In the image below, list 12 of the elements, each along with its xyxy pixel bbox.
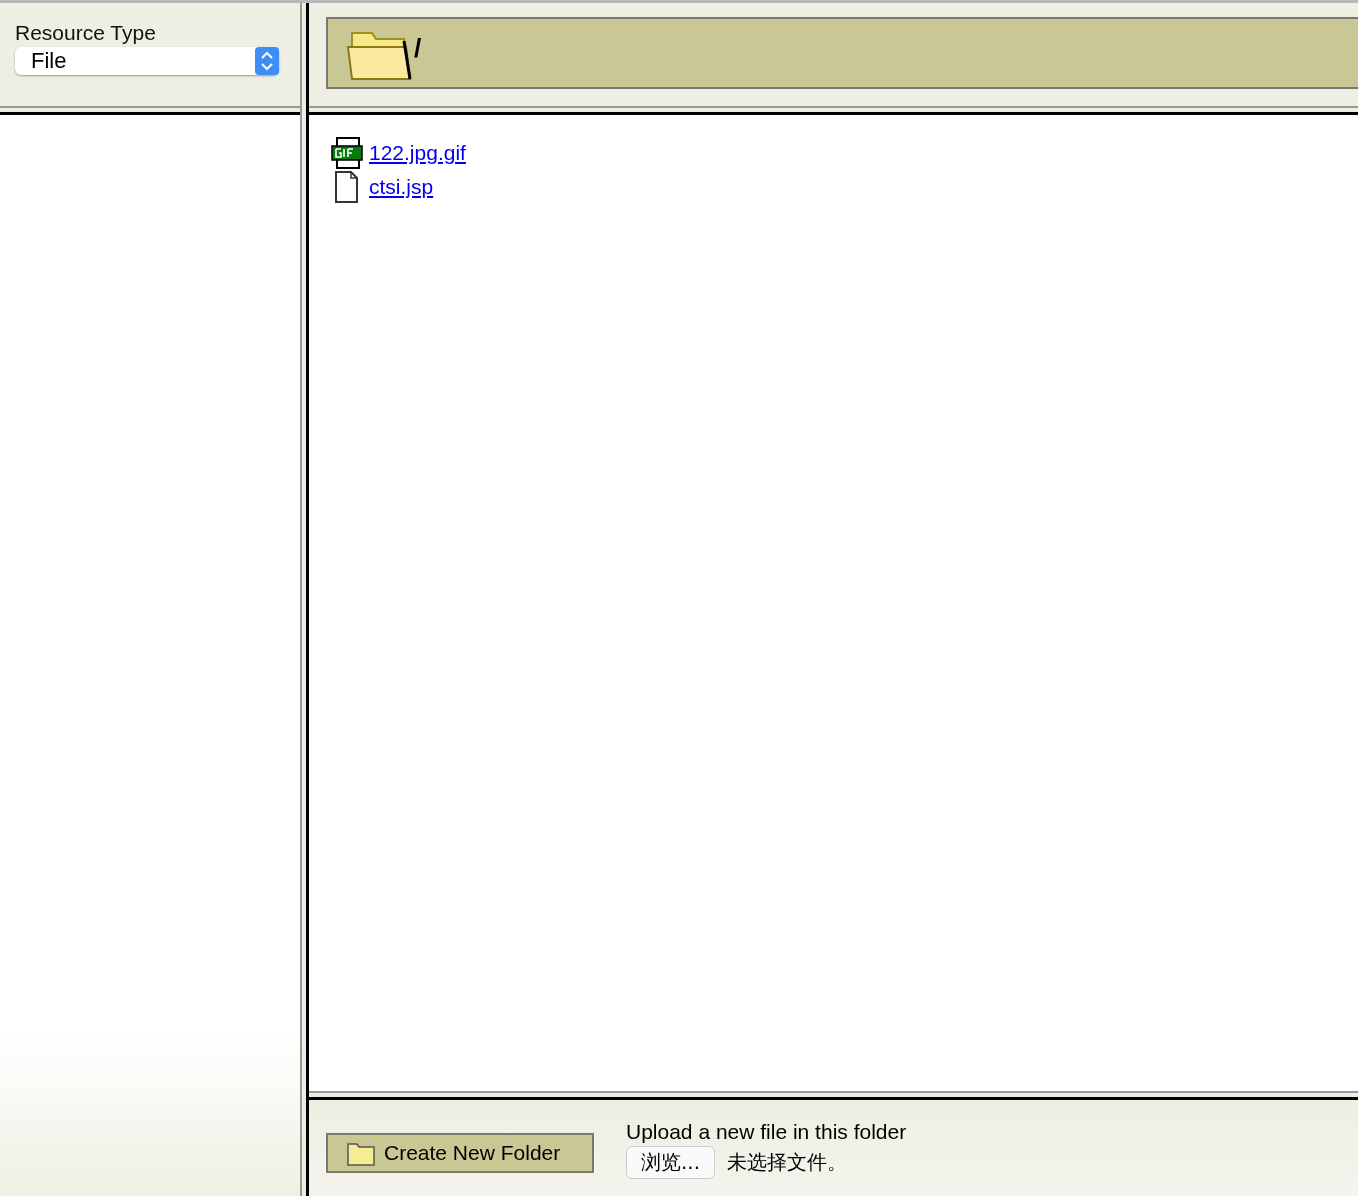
resource-type-label: Resource Type xyxy=(15,21,157,45)
file-link[interactable]: ctsi.jsp xyxy=(369,175,434,199)
gif-file-icon xyxy=(331,137,363,169)
folder-icon xyxy=(346,1140,376,1166)
file-status-text: 未选择文件。 xyxy=(727,1149,848,1176)
upload-label: Upload a new file in this folder xyxy=(626,1120,907,1144)
create-new-folder-button[interactable]: Create New Folder xyxy=(326,1133,594,1173)
folder-path: / xyxy=(414,32,422,64)
file-link[interactable]: 122.jpg.gif xyxy=(369,141,466,165)
browse-button[interactable]: 浏览... xyxy=(626,1146,716,1179)
resource-type-select[interactable]: File xyxy=(15,47,279,75)
chevron-updown-icon xyxy=(255,47,279,75)
